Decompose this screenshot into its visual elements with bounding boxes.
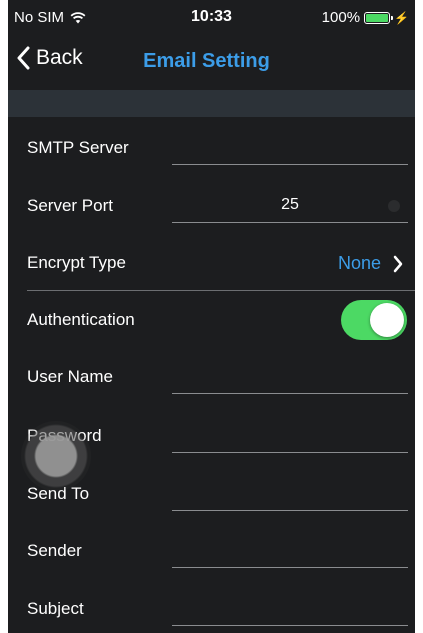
section-divider [27, 290, 415, 291]
sender-row: Sender [8, 523, 415, 581]
user-name-row: User Name [8, 349, 415, 407]
encrypt-type-row[interactable]: Encrypt Type None [8, 235, 415, 293]
battery-icon [364, 11, 394, 24]
sender-label: Sender [27, 541, 82, 560]
send-to-row: Send To [8, 466, 415, 524]
page-title: Email Setting [143, 50, 270, 72]
smtp-server-label: SMTP Server [27, 138, 129, 157]
status-bar: No SIM 10:33 100% ⚡ [8, 0, 415, 36]
battery-percentage: 100% [321, 9, 361, 26]
encrypt-type-value: None [337, 253, 381, 273]
toggle-knob [370, 303, 404, 337]
send-to-field[interactable] [172, 476, 408, 511]
encrypt-type-label: Encrypt Type [27, 253, 126, 272]
authentication-toggle[interactable] [341, 300, 407, 340]
charging-bolt-icon: ⚡ [394, 10, 409, 25]
smtp-server-row: SMTP Server [8, 120, 415, 178]
user-name-label: User Name [27, 367, 113, 386]
subject-label: Subject [27, 599, 84, 618]
subject-row: Subject [8, 581, 415, 633]
sender-field[interactable] [172, 533, 408, 568]
server-port-row: Server Port 25 [8, 178, 415, 236]
battery-fill [366, 13, 389, 22]
subject-field[interactable] [172, 591, 408, 626]
server-port-value: 25 [281, 196, 299, 213]
server-port-label: Server Port [27, 196, 113, 215]
password-field[interactable] [172, 418, 408, 453]
phone-screen: No SIM 10:33 100% ⚡ Back Email Setting S [8, 0, 415, 633]
encrypt-type-selector[interactable]: None [338, 253, 403, 274]
password-row: Password [8, 408, 415, 466]
authentication-row: Authentication [8, 292, 415, 350]
authentication-label: Authentication [27, 310, 135, 329]
smtp-server-field[interactable] [172, 130, 408, 165]
section-header [8, 90, 415, 117]
clear-icon[interactable] [388, 200, 400, 212]
chevron-right-icon [393, 255, 403, 272]
server-port-field[interactable]: 25 [172, 188, 408, 223]
user-name-field[interactable] [172, 359, 408, 394]
status-right: 100% ⚡ [322, 9, 409, 26]
send-to-label: Send To [27, 484, 90, 503]
navigation-bar: Back Email Setting [8, 36, 415, 90]
password-label: Password [27, 426, 102, 445]
